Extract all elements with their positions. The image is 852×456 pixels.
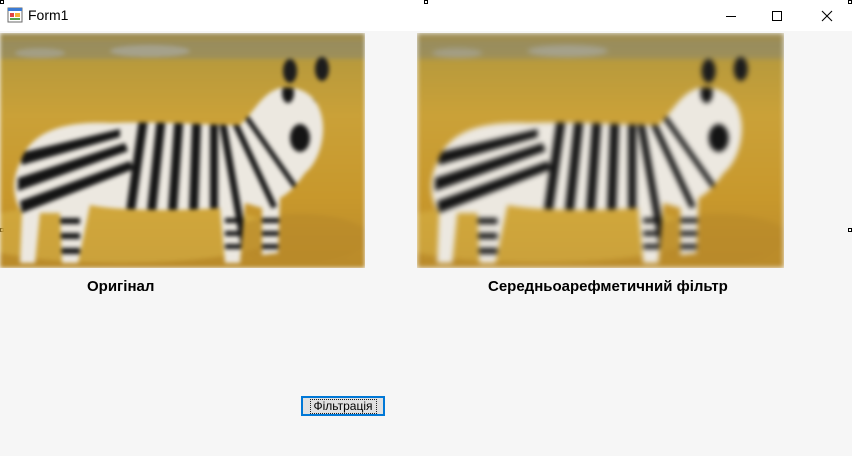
minimize-button[interactable] xyxy=(708,0,754,31)
resize-handle[interactable] xyxy=(424,0,428,4)
filter-button-label: Фільтрація xyxy=(309,398,377,414)
title-bar[interactable]: Form1 xyxy=(0,0,852,31)
original-label: Оригінал xyxy=(87,278,155,295)
original-picture xyxy=(0,33,365,268)
filtered-label: Середньоарефметичний фільтр xyxy=(488,278,728,295)
close-button[interactable] xyxy=(804,0,850,31)
resize-handle[interactable] xyxy=(848,228,852,232)
maximize-button[interactable] xyxy=(754,0,800,31)
resize-handle[interactable] xyxy=(848,0,852,4)
filtered-picture xyxy=(417,33,784,268)
minimize-icon xyxy=(726,15,736,17)
app-icon[interactable] xyxy=(7,7,23,23)
window-title: Form1 xyxy=(28,7,69,23)
maximize-icon xyxy=(772,10,782,21)
resize-handle[interactable] xyxy=(0,0,4,4)
filter-button[interactable]: Фільтрація xyxy=(301,396,385,416)
close-icon xyxy=(821,10,833,21)
form-window: Form1 Оригінал Середньоарефметичний філь… xyxy=(0,0,852,456)
